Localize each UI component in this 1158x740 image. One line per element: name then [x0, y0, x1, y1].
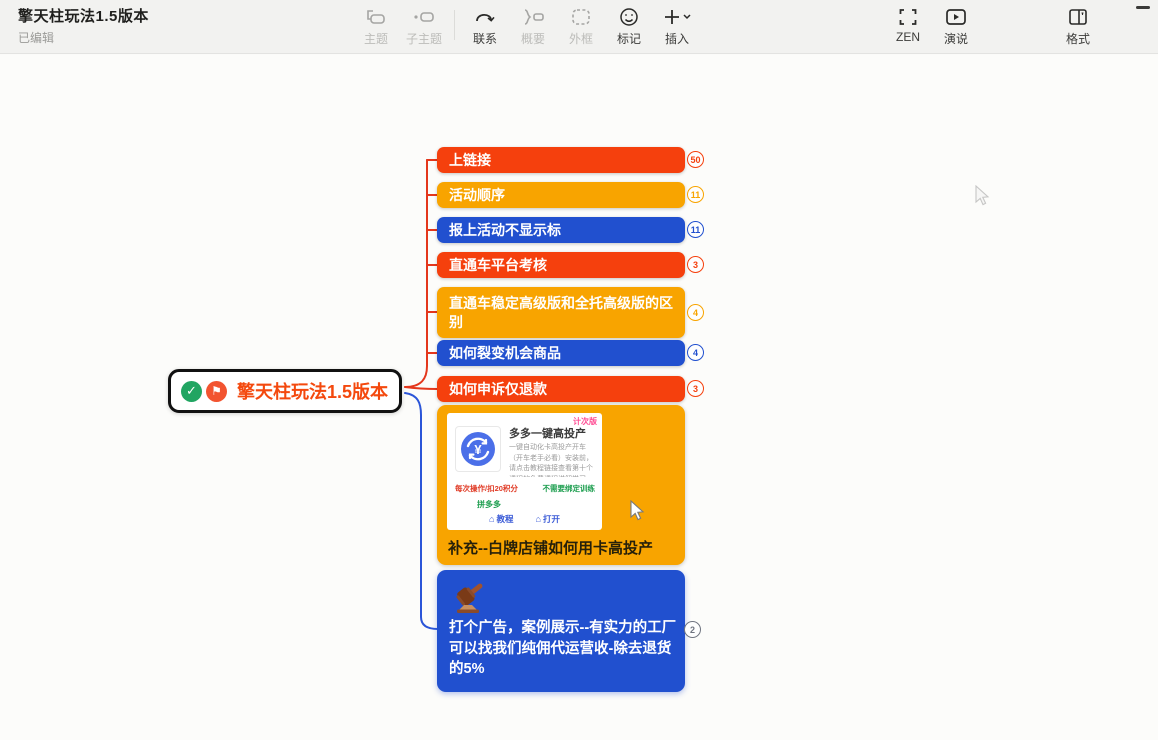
- relation-label: 联系: [473, 30, 497, 47]
- topic-node-5[interactable]: 直通车稳定高级版和全托高级版的区别: [437, 287, 685, 338]
- boundary-icon: [571, 6, 591, 28]
- relation-button[interactable]: 联系: [461, 4, 509, 47]
- child-count-badge[interactable]: 4: [687, 344, 704, 361]
- topic-label: 补充--白牌店铺如何用卡高投产: [448, 537, 676, 558]
- topic-node-2[interactable]: 活动顺序: [437, 182, 685, 208]
- play-icon: [945, 6, 967, 28]
- topic-node-ad[interactable]: 打个广告，案例展示--有实力的工厂可以找我们纯佣代运营收-除去退货的5%: [437, 570, 685, 692]
- subtopic-icon: [412, 6, 436, 28]
- topic-node-4[interactable]: 直通车平台考核: [437, 252, 685, 278]
- topic-label: 活动顺序: [449, 186, 505, 205]
- topic-button[interactable]: 主题: [352, 4, 400, 47]
- svg-text:¥: ¥: [474, 442, 482, 457]
- boundary-button[interactable]: 外框: [557, 4, 605, 47]
- app-toolbar: 擎天柱玩法1.5版本 已编辑 主题 子主题: [0, 0, 1158, 54]
- flag-icon[interactable]: ⚑: [206, 381, 227, 402]
- topic-label: 直通车平台考核: [449, 256, 547, 275]
- insert-button[interactable]: 插入: [653, 4, 701, 47]
- tutorial-link-label: 教程: [496, 513, 513, 525]
- yuan-refresh-icon: ¥: [459, 430, 497, 468]
- topic-label: 打个广告，案例展示--有实力的工厂可以找我们纯佣代运营收-除去退货的5%: [449, 618, 677, 680]
- plugin-logo-frame: ¥: [455, 426, 501, 472]
- topic-label: 直通车稳定高级版和全托高级版的区别: [449, 294, 673, 332]
- check-icon[interactable]: ✓: [181, 381, 202, 402]
- plugin-description: 一键自动化卡高投产开车（开车老手必看）安装前，请点击教程链接查看第十个课程的免费…: [509, 443, 597, 477]
- relation-icon: [474, 6, 496, 28]
- topic-icon: [365, 6, 387, 28]
- topic-node-supplement[interactable]: 计次版 ¥ 多多一键高投产 一键自动化卡高投产开车（开车老手必看）安装前，请点击…: [437, 405, 685, 565]
- subtopic-button[interactable]: 子主题: [400, 4, 448, 47]
- toolbar-divider: [454, 10, 455, 40]
- insert-label: 插入: [665, 30, 689, 47]
- topic-label: 报上活动不显示标: [449, 221, 561, 240]
- root-topic-label: 擎天柱玩法1.5版本: [237, 378, 388, 404]
- document-meta: 擎天柱玩法1.5版本 已编辑: [18, 5, 149, 46]
- gavel-icon: [453, 582, 491, 619]
- child-count-badge[interactable]: 3: [687, 256, 704, 273]
- plugin-title: 多多一键高投产: [509, 425, 586, 441]
- topic-node-3[interactable]: 报上活动不显示标: [437, 217, 685, 243]
- tutorial-link[interactable]: ⌂教程: [489, 513, 513, 525]
- topic-label: 上链接: [449, 151, 491, 170]
- topic-label: 如何裂变机会商品: [449, 344, 561, 363]
- home-icon: ⌂: [489, 514, 494, 524]
- document-status: 已编辑: [18, 29, 149, 46]
- toolbar-center: 主题 子主题 联系 概要: [352, 4, 701, 47]
- zen-mode-icon: [898, 6, 918, 28]
- open-link[interactable]: ⌂打开: [536, 513, 560, 525]
- child-count-badge[interactable]: 11: [687, 186, 704, 203]
- window-control-dash[interactable]: [1136, 6, 1150, 9]
- root-topic[interactable]: ✓ ⚑ 擎天柱玩法1.5版本: [168, 369, 402, 413]
- mindmap-canvas[interactable]: ✓ ⚑ 擎天柱玩法1.5版本 上链接 活动顺序 报上活动不显示标 直通车平台考核…: [0, 55, 1158, 740]
- summary-button[interactable]: 概要: [509, 4, 557, 47]
- home-icon: ⌂: [536, 514, 541, 524]
- marker-smiley-icon: [619, 6, 639, 28]
- marker-button[interactable]: 标记: [605, 4, 653, 47]
- summary-icon: [521, 6, 545, 28]
- zen-button[interactable]: ZEN: [884, 4, 932, 44]
- boundary-label: 外框: [569, 30, 593, 47]
- plugin-train-note: 不需要绑定训练: [543, 483, 596, 494]
- subtopic-label: 子主题: [406, 30, 442, 47]
- topic-node-7[interactable]: 如何申诉仅退款: [437, 376, 685, 402]
- plugin-links: ⌂教程 ⌂打开: [447, 513, 602, 525]
- topic-label: 主题: [364, 30, 388, 47]
- document-title: 擎天柱玩法1.5版本: [18, 5, 149, 26]
- format-label: 格式: [1066, 30, 1090, 47]
- child-count-badge[interactable]: 2: [684, 621, 701, 638]
- summary-label: 概要: [521, 30, 545, 47]
- child-count-badge[interactable]: 50: [687, 151, 704, 168]
- ghost-cursor: [975, 185, 991, 207]
- open-link-label: 打开: [543, 513, 560, 525]
- marker-label: 标记: [617, 30, 641, 47]
- present-button[interactable]: 演说: [932, 4, 980, 47]
- present-label: 演说: [944, 30, 968, 47]
- red-connector: [405, 160, 438, 389]
- format-button[interactable]: 格式: [1054, 4, 1102, 47]
- topic-node-6[interactable]: 如何裂变机会商品: [437, 340, 685, 366]
- topic-node-1[interactable]: 上链接: [437, 147, 685, 173]
- plugin-platform: 拼多多: [477, 499, 501, 510]
- plugin-cost-note: 每次操作/扣20积分: [455, 483, 518, 494]
- topic-label: 如何申诉仅退款: [449, 380, 547, 399]
- blue-connector: [405, 393, 438, 629]
- toolbar-right: ZEN 演说 格式: [884, 4, 1102, 47]
- insert-plus-icon: [662, 6, 692, 28]
- child-count-badge[interactable]: 4: [687, 304, 704, 321]
- format-panel-icon: [1068, 6, 1088, 28]
- zen-label: ZEN: [896, 30, 920, 44]
- embedded-plugin-card-image: 计次版 ¥ 多多一键高投产 一键自动化卡高投产开车（开车老手必看）安装前，请点击…: [447, 413, 602, 530]
- child-count-badge[interactable]: 11: [687, 221, 704, 238]
- child-count-badge[interactable]: 3: [687, 380, 704, 397]
